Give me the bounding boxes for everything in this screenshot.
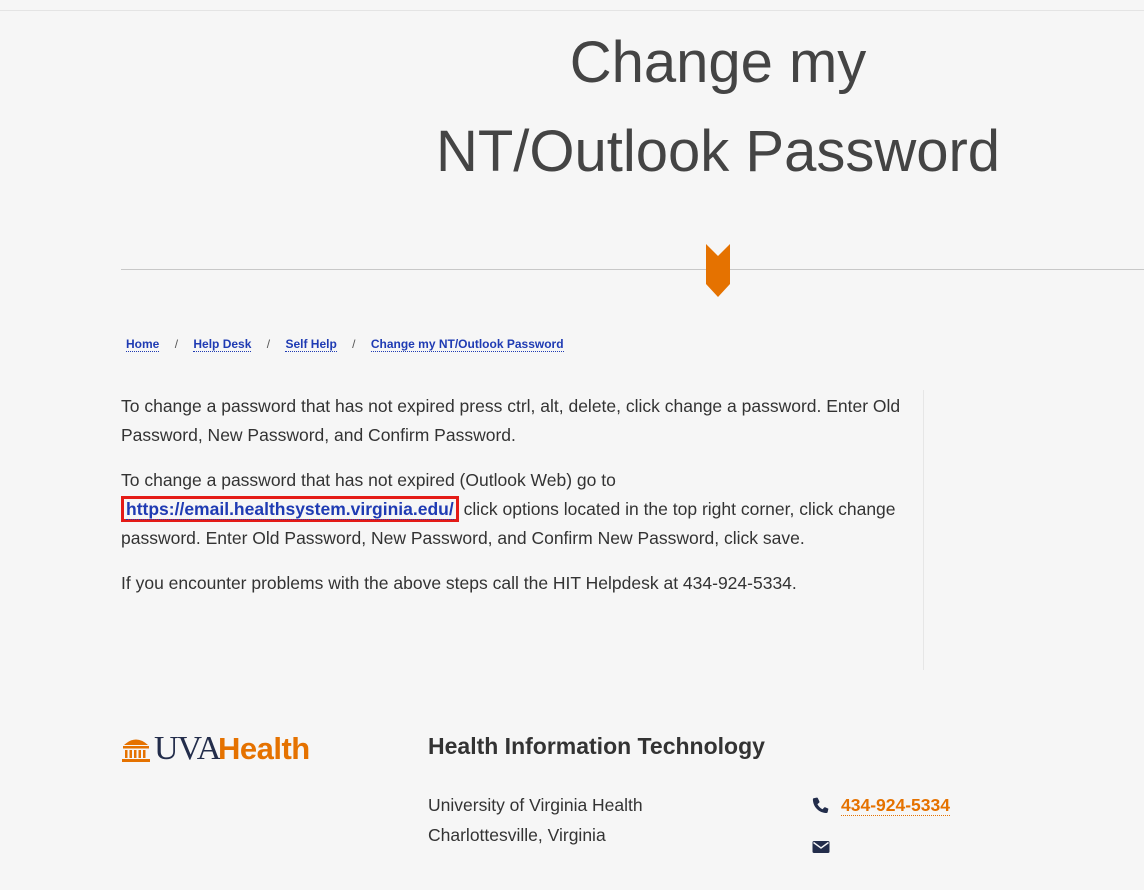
breadcrumb-current-page[interactable]: Change my NT/Outlook Password xyxy=(370,337,564,352)
outlook-web-link[interactable]: https://email.healthsystem.virginia.edu/ xyxy=(126,499,454,520)
phone-row: 434-924-5334 xyxy=(811,790,950,820)
address-line-1: University of Virginia Health xyxy=(428,795,643,815)
page-title-line-2: NT/Outlook Password xyxy=(435,119,1001,184)
rotunda-icon xyxy=(122,739,150,762)
footer-address: University of Virginia Health Charlottes… xyxy=(428,790,643,850)
email-row xyxy=(811,832,950,862)
breadcrumb-self-help[interactable]: Self Help xyxy=(285,337,337,352)
page-title: Change my NT/Outlook Password xyxy=(392,18,1044,196)
page-title-line-1: Change my xyxy=(569,30,867,95)
address-line-2: Charlottesville, Virginia xyxy=(428,825,606,845)
envelope-icon[interactable] xyxy=(811,837,831,857)
phone-icon xyxy=(812,797,829,813)
paragraph-ctrl-alt-delete: To change a password that has not expire… xyxy=(121,396,901,445)
breadcrumb: Home / Help Desk / Self Help / Change my… xyxy=(126,337,564,352)
top-border xyxy=(0,10,1144,11)
breadcrumb-separator: / xyxy=(174,337,179,351)
breadcrumb-separator: / xyxy=(266,337,271,351)
article-body: To change a password that has not expire… xyxy=(121,392,911,614)
title-divider xyxy=(121,269,1144,270)
breadcrumb-separator: / xyxy=(352,337,356,351)
footer-heading: Health Information Technology xyxy=(428,733,765,759)
chevron-down-icon xyxy=(706,244,730,297)
paragraph-outlook-web-intro: To change a password that has not expire… xyxy=(121,470,616,490)
phone-link[interactable]: 434-924-5334 xyxy=(841,795,950,816)
uva-health-logo[interactable]: UVA Health xyxy=(121,729,341,769)
content-sidebar-divider xyxy=(923,390,924,670)
breadcrumb-home[interactable]: Home xyxy=(126,337,160,352)
paragraph-outlook-web: To change a password that has not expire… xyxy=(121,466,911,553)
footer-contact: 434-924-5334 xyxy=(811,790,950,862)
logo-text-health: Health xyxy=(218,731,310,766)
highlighted-link-box: https://email.healthsystem.virginia.edu/ xyxy=(121,496,459,522)
breadcrumb-help-desk[interactable]: Help Desk xyxy=(193,337,252,352)
paragraph-helpdesk: If you encounter problems with the above… xyxy=(121,573,797,593)
logo-text-uva: UVA xyxy=(154,730,221,767)
